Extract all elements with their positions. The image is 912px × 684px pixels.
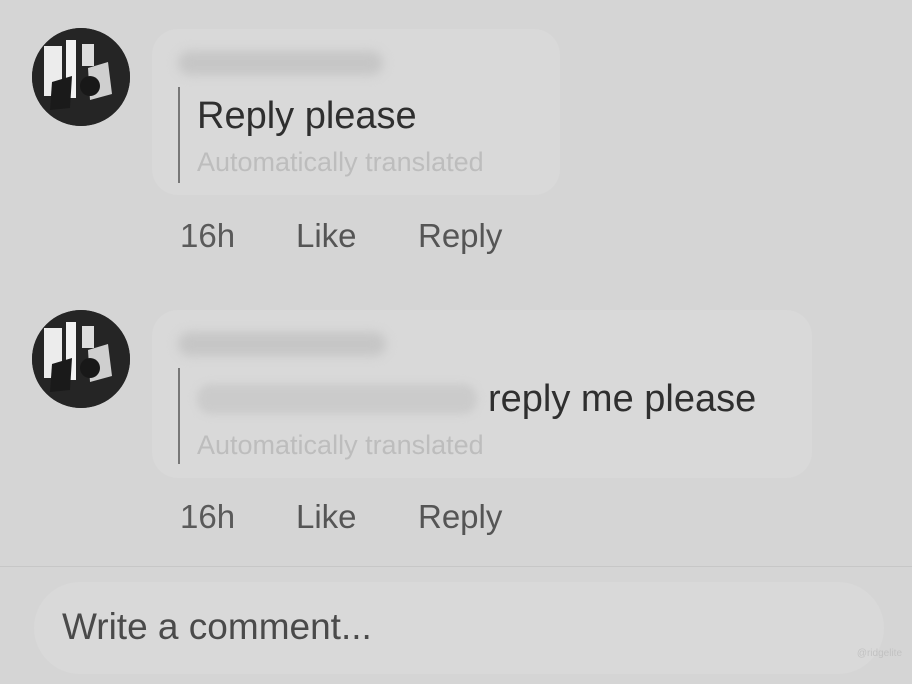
comment-time: 16h bbox=[180, 498, 236, 535]
auto-translated-label: Automatically translated bbox=[197, 147, 484, 177]
reply-button[interactable]: Reply bbox=[418, 498, 502, 536]
comment-text-redacted bbox=[197, 384, 477, 414]
watermark: @ridgelite bbox=[856, 648, 902, 659]
comment-text: reply me please bbox=[488, 378, 757, 420]
comment-bubble: Reply please Automatically translated bbox=[152, 29, 560, 195]
commenter-name-redacted bbox=[178, 332, 386, 356]
avatar[interactable] bbox=[32, 310, 130, 408]
comment-text: Reply please bbox=[197, 95, 417, 137]
translation-quote-bar bbox=[178, 87, 180, 183]
auto-translated-label: Automatically translated bbox=[197, 430, 484, 460]
comment-time: 16h bbox=[180, 217, 236, 254]
like-button[interactable]: Like bbox=[296, 498, 357, 536]
like-button[interactable]: Like bbox=[296, 217, 357, 255]
comment-input[interactable]: Write a comment... bbox=[34, 582, 884, 674]
composer-divider bbox=[0, 566, 912, 567]
commenter-name-redacted bbox=[178, 51, 383, 75]
comment-bubble: reply me please Automatically translated bbox=[152, 310, 812, 478]
avatar[interactable] bbox=[32, 28, 130, 126]
avatar-photo-icon bbox=[32, 28, 130, 126]
comment-input-placeholder: Write a comment... bbox=[62, 606, 372, 647]
reply-button[interactable]: Reply bbox=[418, 217, 502, 255]
translation-quote-bar bbox=[178, 368, 180, 464]
avatar-photo-icon bbox=[32, 310, 130, 408]
